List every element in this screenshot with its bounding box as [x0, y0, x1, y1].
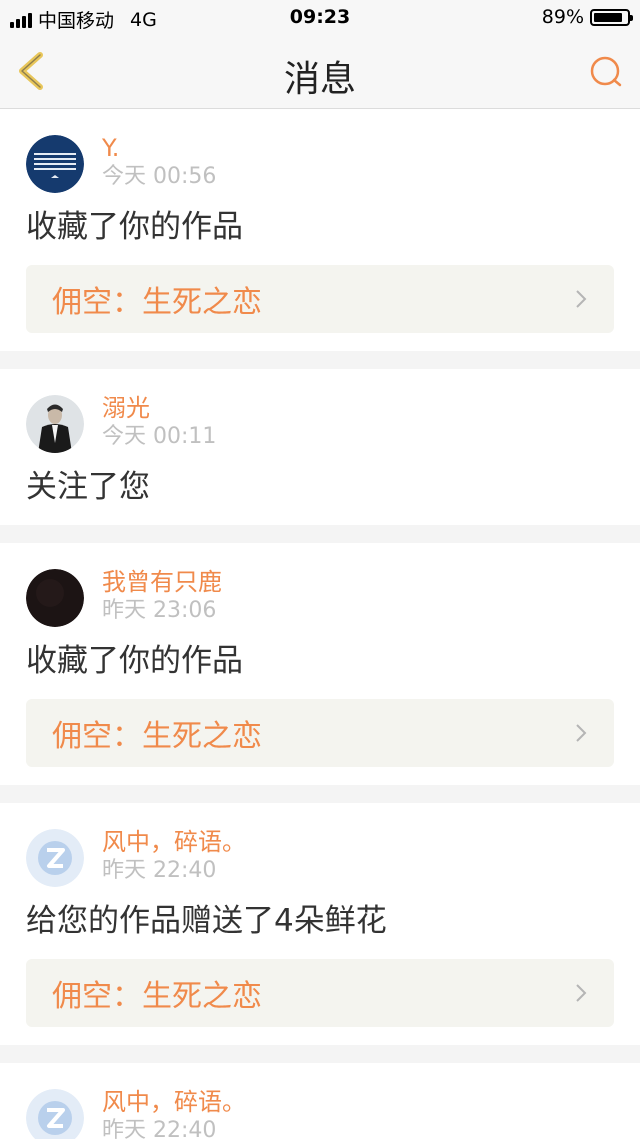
message-action: 收藏了你的作品 — [26, 209, 243, 245]
battery-fill — [594, 12, 623, 22]
message-action: 关注了您 — [26, 469, 150, 505]
message-card: 风中，碎语。 昨天 22:40 给您的作品赠送了4朵鲜花 佣空：生死之恋 — [0, 803, 640, 1045]
message-time: 昨天 22:40 — [102, 858, 217, 883]
work-title: 佣空：生死之恋 — [52, 979, 262, 1014]
user-name[interactable]: 我曾有只鹿 — [102, 567, 222, 597]
message-action: 给您的作品赠送了4朵鲜花 — [26, 903, 387, 939]
page-title: 消息 — [283, 59, 356, 100]
status-right: 89% — [541, 6, 633, 28]
work-title: 佣空：生死之恋 — [52, 719, 262, 754]
message-card: Y. 今天 00:56 收藏了你的作品 佣空：生死之恋 — [0, 109, 640, 351]
avatar[interactable] — [26, 569, 84, 627]
nav-bar: 消息 — [0, 34, 640, 109]
user-name[interactable]: 风中，碎语。 — [102, 827, 246, 857]
search-icon[interactable] — [588, 54, 624, 90]
avatar[interactable] — [26, 395, 84, 453]
message-time: 今天 00:11 — [102, 424, 217, 449]
user-name[interactable]: 风中，碎语。 — [102, 1087, 246, 1117]
avatar[interactable] — [26, 829, 84, 887]
chevron-right-icon — [576, 984, 587, 1002]
message-time: 今天 00:56 — [102, 164, 217, 189]
message-card: 溺光 今天 00:11 关注了您 — [0, 369, 640, 525]
work-title: 佣空：生死之恋 — [52, 285, 262, 320]
status-bar: 中国移动 4G 09:23 89% — [0, 0, 640, 34]
avatar[interactable] — [26, 135, 84, 193]
message-action: 收藏了你的作品 — [26, 643, 243, 679]
work-link[interactable]: 佣空：生死之恋 — [26, 959, 614, 1027]
message-time: 昨天 22:40 — [102, 1118, 217, 1139]
battery-percent: 89% — [541, 6, 584, 28]
message-card: 我曾有只鹿 昨天 23:06 收藏了你的作品 佣空：生死之恋 — [0, 543, 640, 785]
message-time: 昨天 23:06 — [102, 598, 217, 623]
work-link[interactable]: 佣空：生死之恋 — [26, 699, 614, 767]
chevron-right-icon — [576, 724, 587, 742]
chevron-right-icon — [576, 290, 587, 308]
avatar[interactable] — [26, 1089, 84, 1139]
user-name[interactable]: 溺光 — [102, 393, 216, 423]
user-name[interactable]: Y. — [102, 133, 216, 163]
work-link[interactable]: 佣空：生死之恋 — [26, 265, 614, 333]
message-card: 风中，碎语。 昨天 22:40 — [0, 1063, 640, 1139]
battery-icon — [590, 8, 633, 26]
